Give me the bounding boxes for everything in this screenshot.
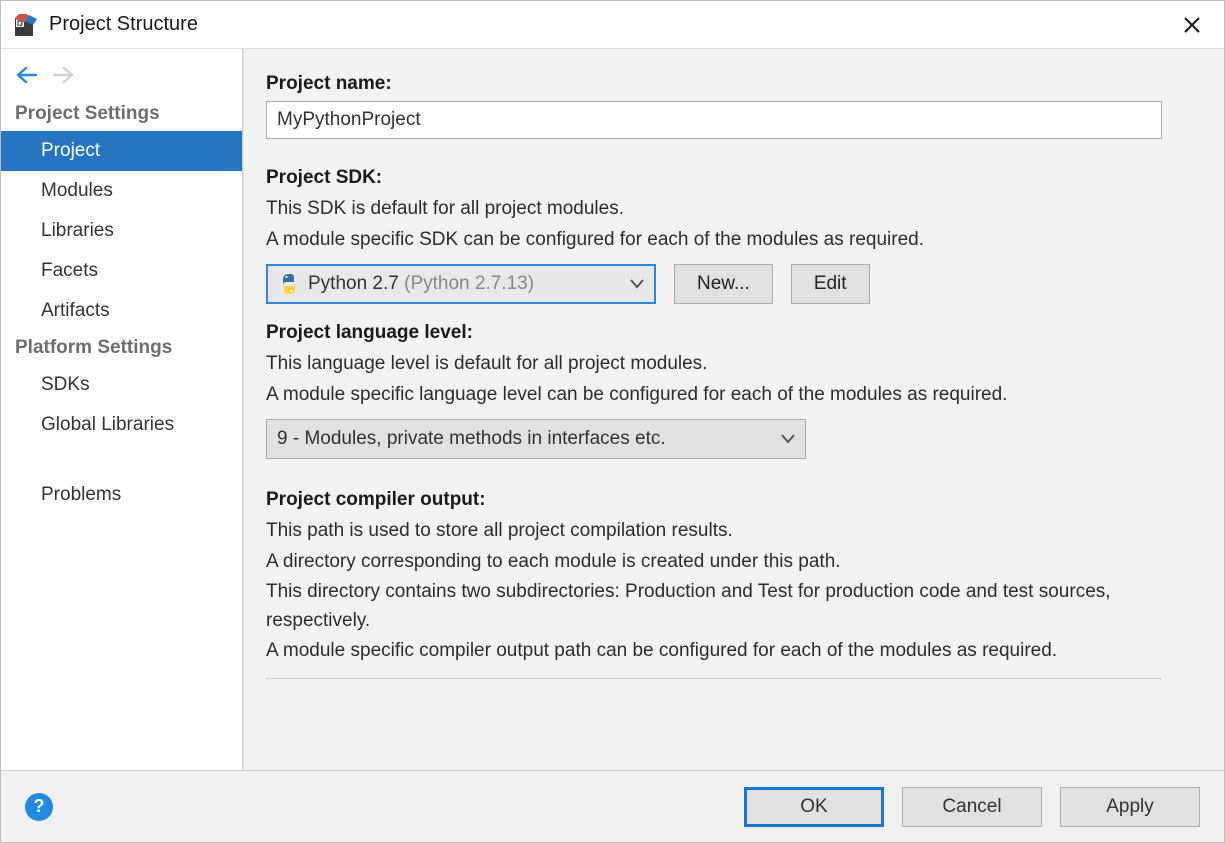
button-label: New... <box>697 273 750 295</box>
sidebar-item-libraries[interactable]: Libraries <box>1 211 242 251</box>
svg-text:IJ: IJ <box>17 21 23 28</box>
sdk-selected-detail: (Python 2.7.13) <box>404 273 534 295</box>
button-label: Apply <box>1106 796 1154 818</box>
button-label: OK <box>800 796 827 818</box>
project-sdk-label: Project SDK: <box>266 167 1196 189</box>
compiler-output-desc: This directory contains two subdirectori… <box>266 578 1196 635</box>
sdk-new-button[interactable]: New... <box>674 264 773 304</box>
app-icon: IJ <box>13 12 39 38</box>
button-label: Cancel <box>942 796 1001 818</box>
compiler-output-desc: A directory corresponding to each module… <box>266 548 1196 577</box>
cancel-button[interactable]: Cancel <box>902 787 1042 827</box>
project-sdk-desc: This SDK is default for all project modu… <box>266 195 1196 224</box>
back-icon[interactable] <box>15 63 39 87</box>
divider <box>266 678 1162 679</box>
chevron-down-icon <box>771 428 795 450</box>
footer: ? OK Cancel Apply <box>1 770 1224 842</box>
sidebar-item-label: Artifacts <box>41 300 110 321</box>
sidebar-item-label: SDKs <box>41 374 90 395</box>
sidebar-item-label: Facets <box>41 260 98 281</box>
language-level-desc: This language level is default for all p… <box>266 350 1196 379</box>
dialog-title: Project Structure <box>49 13 1172 36</box>
sidebar-item-label: Modules <box>41 180 113 201</box>
sidebar-item-global-libraries[interactable]: Global Libraries <box>1 405 242 445</box>
sidebar-item-label: Problems <box>41 484 121 505</box>
language-level-label: Project language level: <box>266 322 1196 344</box>
language-level-dropdown[interactable]: 9 - Modules, private methods in interfac… <box>266 419 806 459</box>
sidebar-item-label: Project <box>41 140 100 161</box>
close-icon[interactable] <box>1172 5 1212 45</box>
nav-arrows <box>1 59 242 97</box>
compiler-output-desc: A module specific compiler output path c… <box>266 637 1196 666</box>
project-sdk-dropdown[interactable]: Python 2.7 (Python 2.7.13) <box>266 264 656 304</box>
compiler-output-label: Project compiler output: <box>266 489 1196 511</box>
forward-icon[interactable] <box>51 63 75 87</box>
ok-button[interactable]: OK <box>744 787 884 827</box>
sidebar-item-modules[interactable]: Modules <box>1 171 242 211</box>
content-panel: Project name: Project SDK: This SDK is d… <box>243 49 1224 770</box>
sdk-edit-button[interactable]: Edit <box>791 264 870 304</box>
project-structure-dialog: IJ Project Structure Project Settings Pr… <box>0 0 1225 843</box>
sidebar-item-facets[interactable]: Facets <box>1 251 242 291</box>
apply-button[interactable]: Apply <box>1060 787 1200 827</box>
sidebar-item-sdks[interactable]: SDKs <box>1 365 242 405</box>
sidebar-item-problems[interactable]: Problems <box>1 475 242 515</box>
sidebar-section-platform-settings: Platform Settings <box>1 331 242 365</box>
sidebar: Project Settings Project Modules Librari… <box>1 49 243 770</box>
language-level-selected: 9 - Modules, private methods in interfac… <box>277 428 666 450</box>
sdk-selected-name: Python 2.7 <box>308 273 399 295</box>
button-label: Edit <box>814 273 847 295</box>
compiler-output-desc: This path is used to store all project c… <box>266 517 1196 546</box>
sidebar-item-label: Global Libraries <box>41 414 174 435</box>
sidebar-item-project[interactable]: Project <box>1 131 242 171</box>
sidebar-item-label: Libraries <box>41 220 114 241</box>
help-icon[interactable]: ? <box>25 793 53 821</box>
python-icon <box>278 273 300 295</box>
dialog-body: Project Settings Project Modules Librari… <box>1 49 1224 770</box>
titlebar: IJ Project Structure <box>1 1 1224 49</box>
sidebar-section-project-settings: Project Settings <box>1 97 242 131</box>
language-level-desc: A module specific language level can be … <box>266 381 1196 410</box>
project-sdk-desc: A module specific SDK can be configured … <box>266 226 1196 255</box>
sidebar-item-artifacts[interactable]: Artifacts <box>1 291 242 331</box>
project-name-input[interactable] <box>266 101 1162 139</box>
chevron-down-icon <box>620 273 644 295</box>
project-name-label: Project name: <box>266 73 1196 95</box>
